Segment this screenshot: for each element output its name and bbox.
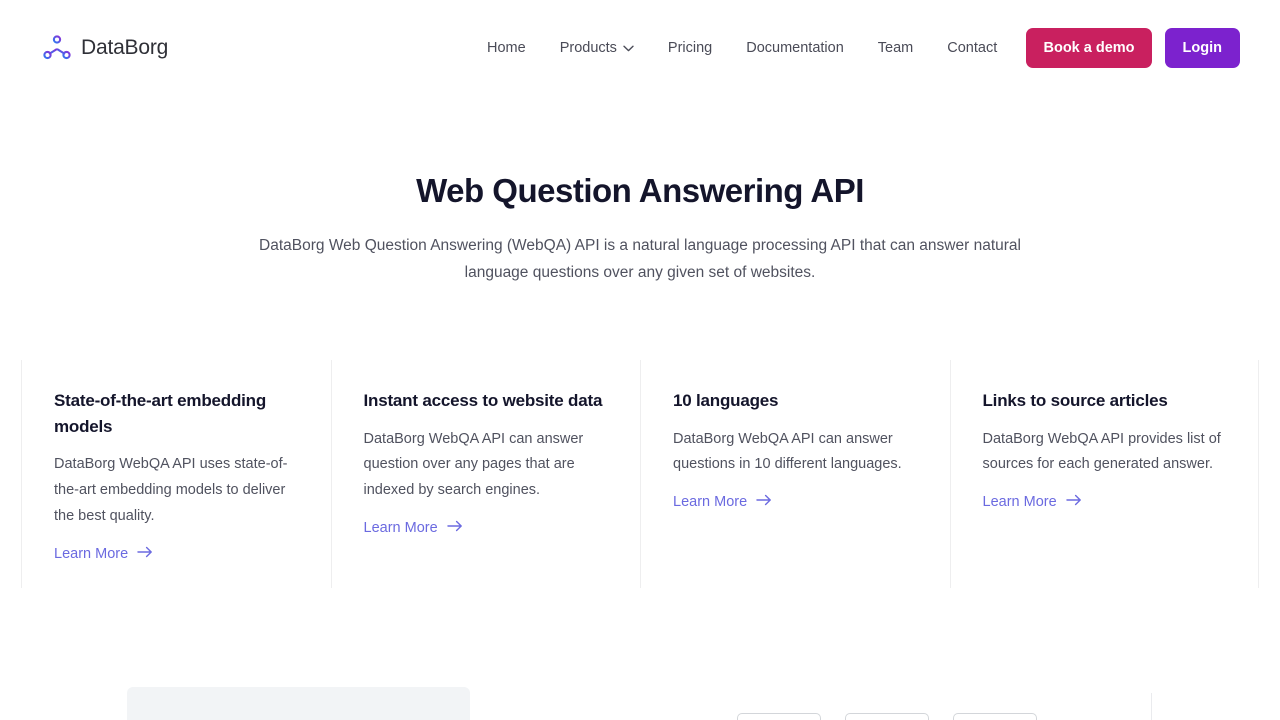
arrow-right-icon xyxy=(756,494,772,510)
demo-chip-group-preview xyxy=(737,713,1037,720)
feature-card: Links to source articles DataBorg WebQA … xyxy=(949,360,1259,588)
learn-more-label: Learn More xyxy=(982,494,1057,511)
feature-title: Links to source articles xyxy=(982,391,1168,410)
demo-panel-preview xyxy=(127,687,470,720)
nav-label: Team xyxy=(877,40,914,56)
learn-more-label: Learn More xyxy=(673,494,748,511)
brand-logo[interactable]: DataBorg xyxy=(42,33,168,63)
arrow-right-icon xyxy=(446,520,463,536)
graph-node-icon xyxy=(42,33,72,63)
feature-card: 10 languages DataBorg WebQA API can answ… xyxy=(640,360,950,588)
feature-description: DataBorg WebQA API provides list of sour… xyxy=(982,430,1221,473)
feature-card: State-of-the-art embedding models DataBo… xyxy=(21,360,331,588)
feature-title: 10 languages xyxy=(673,391,779,410)
feature-description: DataBorg WebQA API can answer question o… xyxy=(363,430,584,499)
nav-item-products[interactable]: Products xyxy=(543,36,651,60)
header-actions: Book a demo Login xyxy=(1026,28,1240,68)
nav-item-contact[interactable]: Contact xyxy=(930,36,1014,60)
section-divider xyxy=(1151,693,1152,720)
page-subtitle: DataBorg Web Question Answering (WebQA) … xyxy=(259,237,1021,281)
arrow-right-icon xyxy=(1065,494,1082,510)
nav-item-home[interactable]: Home xyxy=(470,36,543,60)
learn-more-link[interactable]: Learn More xyxy=(364,520,463,536)
nav-label: Products xyxy=(559,40,617,56)
feature-description: DataBorg WebQA API can answer questions … xyxy=(673,430,902,473)
hero-section: Web Question Answering API DataBorg Web … xyxy=(0,170,1280,287)
feature-description: DataBorg WebQA API uses state-of-the-art… xyxy=(54,456,288,524)
brand-name: DataBorg xyxy=(81,36,169,59)
nav-item-team[interactable]: Team xyxy=(861,36,930,60)
feature-card: Instant access to website data DataBorg … xyxy=(330,360,641,588)
page-title: Web Question Answering API xyxy=(416,172,864,209)
nav-label: Home xyxy=(487,40,526,56)
feature-title: State-of-the-art embedding models xyxy=(54,391,267,436)
learn-more-link[interactable]: Learn More xyxy=(673,494,772,510)
nav-label: Contact xyxy=(947,40,998,56)
learn-more-link[interactable]: Learn More xyxy=(54,546,153,562)
main-navigation: Home Products Pricing Documentation Team xyxy=(470,36,1014,60)
arrow-right-icon xyxy=(137,546,153,562)
site-header: DataBorg Home Products Pricing Documenta… xyxy=(0,0,1280,96)
feature-title: Instant access to website data xyxy=(363,391,603,410)
demo-chip-preview[interactable] xyxy=(845,713,929,720)
learn-more-label: Learn More xyxy=(363,520,438,537)
feature-list: State-of-the-art embedding models DataBo… xyxy=(21,360,1259,588)
chevron-down-icon xyxy=(623,45,634,52)
book-a-demo-button[interactable]: Book a demo xyxy=(1026,28,1152,68)
page-root: DataBorg Home Products Pricing Documenta… xyxy=(0,0,1280,720)
nav-label: Documentation xyxy=(746,40,844,56)
learn-more-link[interactable]: Learn More xyxy=(983,494,1082,510)
demo-chip-preview[interactable] xyxy=(953,713,1037,720)
demo-chip-preview[interactable] xyxy=(737,713,821,720)
nav-label: Pricing xyxy=(667,40,713,56)
login-button[interactable]: Login xyxy=(1164,28,1240,68)
learn-more-label: Learn More xyxy=(54,545,129,562)
nav-item-pricing[interactable]: Pricing xyxy=(651,36,729,60)
nav-item-documentation[interactable]: Documentation xyxy=(729,36,861,60)
